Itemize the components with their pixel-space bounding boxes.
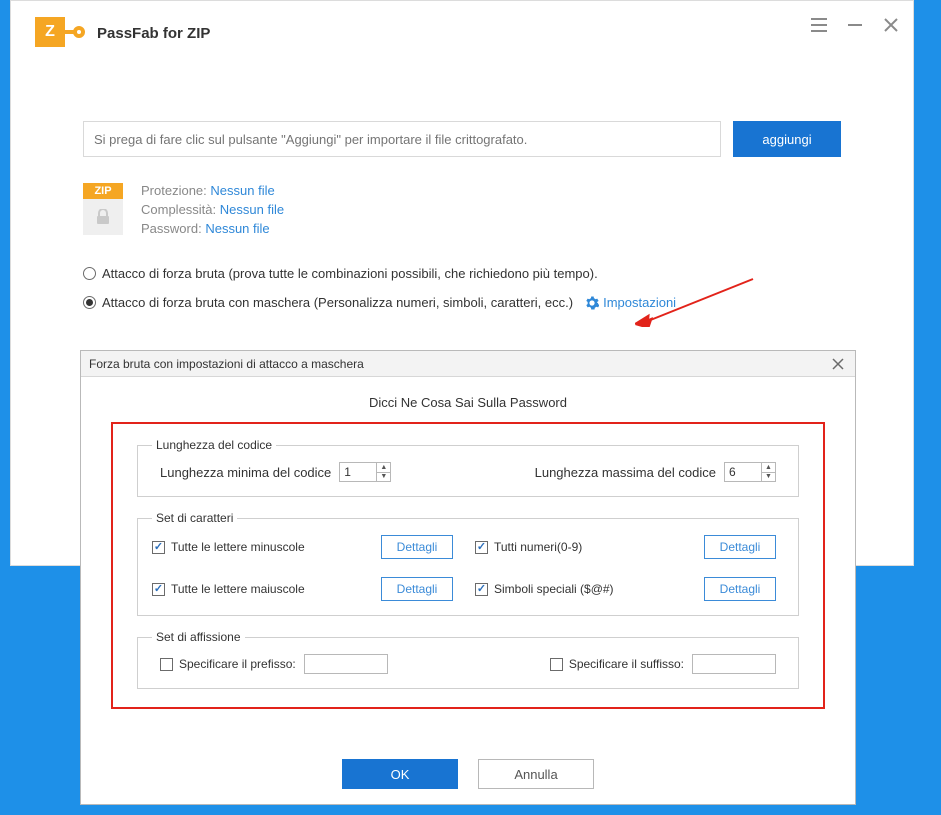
titlebar: Z PassFab for ZIP: [11, 1, 913, 49]
checkbox-numbers[interactable]: [475, 541, 488, 554]
mask-settings-dialog: Forza bruta con impostazioni di attacco …: [80, 350, 856, 805]
min-length-spinner[interactable]: ▲▼: [377, 462, 391, 482]
menu-icon[interactable]: [809, 15, 829, 35]
checkbox-symbols[interactable]: [475, 583, 488, 596]
password-label: Password:: [141, 221, 202, 236]
radio-brute-force[interactable]: [83, 267, 96, 280]
checkbox-lowercase[interactable]: [152, 541, 165, 554]
checkbox-prefix[interactable]: [160, 658, 173, 671]
dialog-close-icon[interactable]: [829, 355, 847, 373]
settings-link[interactable]: Impostazioni: [585, 295, 676, 310]
ok-button[interactable]: OK: [342, 759, 458, 789]
checkbox-uppercase[interactable]: [152, 583, 165, 596]
app-logo-icon: Z: [35, 15, 89, 51]
complexity-value[interactable]: Nessun file: [220, 202, 284, 217]
details-uppercase-button[interactable]: Dettagli: [381, 577, 453, 601]
minimize-icon[interactable]: [845, 15, 865, 35]
prefix-label: Specificare il prefisso:: [179, 657, 296, 671]
prefix-input[interactable]: [304, 654, 388, 674]
file-path-input[interactable]: Si prega di fare clic sul pulsante "Aggi…: [83, 121, 721, 157]
charset-legend: Set di caratteri: [152, 511, 237, 525]
details-numbers-button[interactable]: Dettagli: [704, 535, 776, 559]
max-length-input[interactable]: 6: [724, 462, 762, 482]
password-value[interactable]: Nessun file: [205, 221, 269, 236]
length-legend: Lunghezza del codice: [152, 438, 276, 452]
app-title: PassFab for ZIP: [97, 25, 210, 42]
details-symbols-button[interactable]: Dettagli: [704, 577, 776, 601]
dialog-title: Forza bruta con impostazioni di attacco …: [89, 357, 364, 371]
lock-icon: [83, 199, 123, 235]
min-length-label: Lunghezza minima del codice: [160, 465, 331, 480]
add-button[interactable]: aggiungi: [733, 121, 841, 157]
complexity-label: Complessità:: [141, 202, 216, 217]
file-path-placeholder: Si prega di fare clic sul pulsante "Aggi…: [94, 132, 527, 147]
suffix-input[interactable]: [692, 654, 776, 674]
gear-icon: [585, 296, 599, 310]
cancel-button[interactable]: Annulla: [478, 759, 594, 789]
mask-label: Attacco di forza bruta con maschera (Per…: [102, 295, 573, 310]
uppercase-label: Tutte le lettere maiuscole: [171, 582, 305, 596]
protection-value[interactable]: Nessun file: [210, 183, 274, 198]
max-length-label: Lunghezza massima del codice: [535, 465, 716, 480]
dialog-header: Forza bruta con impostazioni di attacco …: [81, 351, 855, 377]
protection-label: Protezione:: [141, 183, 207, 198]
suffix-label: Specificare il suffisso:: [569, 657, 684, 671]
brute-force-label: Attacco di forza bruta (prova tutte le c…: [102, 266, 598, 281]
affix-fieldset: Set di affissione Specificare il prefiss…: [137, 630, 799, 689]
highlighted-settings-area: Lunghezza del codice Lunghezza minima de…: [111, 422, 825, 709]
affix-legend: Set di affissione: [152, 630, 245, 644]
max-length-spinner[interactable]: ▲▼: [762, 462, 776, 482]
close-icon[interactable]: [881, 15, 901, 35]
symbols-label: Simboli speciali ($@#): [494, 582, 614, 596]
lowercase-label: Tutte le lettere minuscole: [171, 540, 305, 554]
details-lowercase-button[interactable]: Dettagli: [381, 535, 453, 559]
length-fieldset: Lunghezza del codice Lunghezza minima de…: [137, 438, 799, 497]
checkbox-suffix[interactable]: [550, 658, 563, 671]
radio-mask[interactable]: [83, 296, 96, 309]
charset-fieldset: Set di caratteri Tutte le lettere minusc…: [137, 511, 799, 616]
numbers-label: Tutti numeri(0-9): [494, 540, 582, 554]
min-length-input[interactable]: 1: [339, 462, 377, 482]
zip-label: ZIP: [83, 183, 123, 199]
file-type-badge: ZIP: [83, 183, 123, 235]
dialog-subtitle: Dicci Ne Cosa Sai Sulla Password: [111, 395, 825, 410]
